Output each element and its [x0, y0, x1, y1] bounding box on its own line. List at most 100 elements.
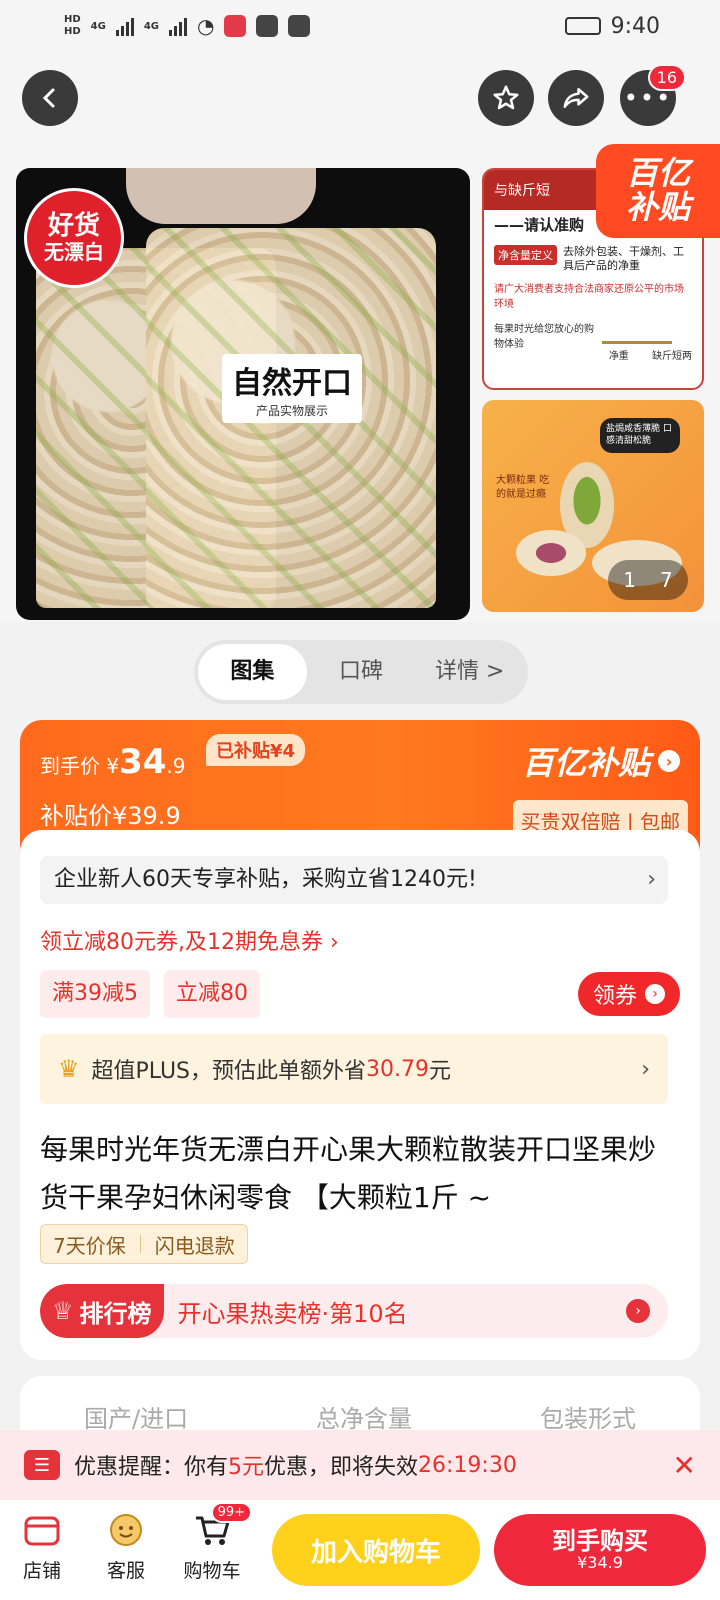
signal-icon-2	[169, 16, 188, 36]
status-bar: HD HD 4G 4G ◔ 9:40	[0, 0, 720, 52]
pager-total: 7	[660, 568, 673, 592]
ranking-bar[interactable]: ♕ 排行榜 开心果热卖榜·第10名 ›	[40, 1284, 668, 1338]
scale-icon	[602, 314, 672, 344]
share-icon	[563, 88, 589, 108]
image-gallery[interactable]: 好货 无漂白 自然开口 产品实物展示 与缺斤短 ——请认准购 净含量定义 去除外…	[0, 144, 720, 622]
thumb1-desc: 去除外包装、干燥剂、工具后产品的净重	[563, 245, 684, 273]
chevron-right-icon: ›	[645, 984, 665, 1004]
subsidized-chip: 已补贴¥4	[206, 734, 306, 766]
star-icon	[493, 85, 519, 110]
message-badge: 16	[647, 64, 686, 91]
store-button[interactable]: 店铺	[2, 1510, 82, 1583]
attribute-origin: 国产/进口	[83, 1404, 189, 1433]
thumb1-tag: 净含量定义	[494, 245, 557, 265]
pdd-logo-icon: ☰	[24, 1450, 60, 1480]
plus-savings-bar[interactable]: ♛ 超值PLUS，预估此单额外省 30.79 元 ›	[40, 1034, 668, 1104]
back-button[interactable]	[22, 70, 78, 126]
subsidy-price-value: ¥39.9	[112, 802, 181, 830]
status-right: 9:40	[564, 13, 660, 39]
final-price-label: 到手价	[40, 754, 100, 778]
enterprise-promo-bar[interactable]: 企业新人60天专享补贴，采购立省1240元! ›	[40, 856, 668, 904]
app-notification-icon	[288, 15, 311, 37]
customer-service-icon	[104, 1510, 148, 1550]
cart-button[interactable]: 99+ 购物车	[172, 1502, 252, 1583]
tab-reviews[interactable]: 口碑	[307, 644, 416, 700]
signal-icon	[115, 16, 134, 36]
coupon-chip-instant-discount: 立减80	[164, 970, 260, 1018]
scale-left-label: 净重	[608, 351, 629, 362]
pistachio-icon-2	[516, 530, 586, 576]
buy-now-label: 到手购买	[552, 1527, 648, 1555]
service-fast-refund: 闪电退款	[154, 1233, 235, 1258]
ranking-text: 开心果热卖榜·第10名	[177, 1299, 408, 1328]
customer-service-button[interactable]: 客服	[86, 1510, 166, 1583]
gallery-pager: 1 7	[608, 560, 688, 600]
discount-reminder[interactable]: ☰ 优惠提醒：你有 5元 优惠，即将失效 26:19:30 ✕	[0, 1430, 720, 1500]
wifi-icon: ◔	[197, 14, 215, 38]
crown-icon: ♛	[58, 1055, 80, 1083]
chevron-right-icon: ›	[658, 750, 680, 772]
coupon-link[interactable]: 领立减80元券,及12期免息券 ›	[40, 924, 339, 956]
add-to-cart-button[interactable]: 加入购物车	[272, 1514, 480, 1586]
price-card-body: 企业新人60天专享补贴，采购立省1240元! › 领立减80元券,及12期免息券…	[20, 830, 700, 1360]
final-price-currency: ¥	[106, 754, 120, 778]
enterprise-promo-text: 企业新人60天专享补贴，采购立省1240元!	[54, 867, 477, 892]
service-badges[interactable]: 7天价保 闪电退款	[40, 1224, 248, 1264]
chevron-right-icon: ›	[647, 867, 656, 892]
network-type-1: 4G	[90, 20, 106, 32]
plus-savings-amount: 30.79	[366, 1056, 429, 1082]
share-button[interactable]	[548, 70, 604, 126]
hd-label-2: HD	[64, 26, 81, 37]
buy-now-button[interactable]: 到手购买 ¥34.9	[494, 1514, 706, 1586]
subsidy-brand-link[interactable]: 百亿补贴 ›	[522, 738, 680, 784]
back-arrow-icon	[42, 88, 55, 108]
network-type-2: 4G	[143, 20, 160, 32]
tab-details[interactable]: 详情 >	[415, 644, 524, 700]
subsidy-brand-text: 百亿补贴	[521, 744, 650, 782]
natural-open-title: 自然开口	[232, 366, 352, 401]
service-price-protection: 7天价保	[53, 1233, 126, 1258]
reminder-prefix: 优惠提醒：你有	[74, 1455, 229, 1480]
status-left: HD HD 4G 4G ◔	[64, 14, 311, 38]
coupon-chip-full-reduction: 满39减5	[40, 970, 150, 1018]
buy-now-price: ¥34.9	[577, 1553, 623, 1573]
cart-badge: 99+	[210, 1502, 252, 1523]
thumb1-notice: 请广大消费者支持合法商家还原公平的市场环境	[494, 283, 684, 310]
price-card: 到手价 ¥34.9 已补贴¥4 补贴价¥39.9 百亿补贴 › 买贵双倍赔 | …	[20, 720, 700, 1360]
reminder-countdown: 26:19:30	[418, 1452, 517, 1478]
product-title[interactable]: 每果时光年货无漂白开心果大颗粒散装开口坚果炒货干果孕妇休闲零食 【大颗粒1斤 ~	[40, 1126, 680, 1222]
hd-label-1: HD	[64, 14, 81, 25]
final-price: 到手价 ¥34.9	[40, 742, 186, 782]
hand-icon	[126, 168, 316, 224]
attribute-net-weight: 总净含量	[316, 1404, 413, 1433]
tab-gallery[interactable]: 图集	[198, 644, 307, 700]
thumb2-text: 大颗粒果 吃的就是过瘾	[496, 475, 550, 500]
status-time: 9:40	[610, 13, 660, 39]
top-nav: ••• 16	[0, 52, 720, 152]
thumb1-scale-labels: 净重 缺斤短两	[609, 347, 692, 362]
get-coupon-label: 领券	[592, 984, 637, 1009]
ranking-label: ♕ 排行榜	[40, 1284, 164, 1338]
hd-indicator: HD HD	[64, 14, 81, 38]
thumb1-footer: 每果时光给您放心的购物体验	[494, 323, 594, 350]
quality-tag-line1: 好货	[47, 210, 100, 241]
chevron-right-icon: ›	[626, 1299, 650, 1323]
main-product-image[interactable]: 好货 无漂白 自然开口 产品实物展示	[16, 168, 470, 620]
final-price-dec: .9	[166, 754, 186, 778]
get-coupon-button[interactable]: 领券 ›	[578, 972, 680, 1016]
reminder-middle: 优惠，即将失效	[264, 1455, 419, 1480]
hand-app-icon	[256, 15, 279, 37]
natural-open-subtitle: 产品实物展示	[255, 404, 328, 418]
more-button[interactable]: ••• 16	[620, 64, 686, 126]
close-icon[interactable]: ✕	[673, 1449, 696, 1482]
ranking-label-text: 排行榜	[79, 1299, 152, 1328]
bottom-action-bar: 店铺 客服 99+ 购物车 加入购物车 到手购买 ¥34.9	[0, 1500, 720, 1600]
store-icon	[20, 1510, 64, 1550]
divider	[139, 1235, 141, 1253]
final-price-int: 34	[119, 742, 167, 782]
customer-service-label: 客服	[106, 1560, 145, 1582]
favorite-button[interactable]	[478, 70, 534, 126]
pager-current: 1	[623, 568, 636, 592]
attribute-packaging: 包装形式	[540, 1404, 637, 1433]
battery-icon	[564, 17, 601, 35]
